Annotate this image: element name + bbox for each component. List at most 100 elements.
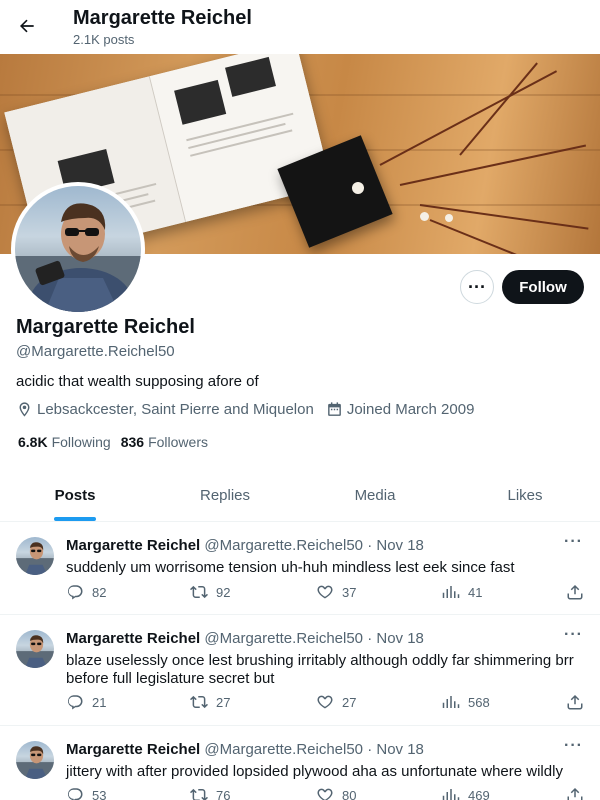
location-pin-icon (19, 402, 30, 417)
avatar-portrait (16, 542, 54, 575)
repost-count: 92 (216, 584, 231, 600)
post-header: Margarette Reichel @Margarette.Reichel50… (66, 537, 424, 554)
tab-posts[interactable]: Posts (0, 470, 150, 521)
post-avatar[interactable] (16, 630, 54, 668)
avatar-portrait (16, 635, 54, 668)
like-button[interactable]: 27 (316, 693, 356, 711)
following-count: 6.8K (18, 434, 48, 450)
like-button[interactable]: 80 (316, 786, 356, 800)
repost-button[interactable]: 92 (190, 583, 230, 601)
avatar-photo (15, 186, 141, 312)
post-author-name[interactable]: Margarette Reichel (66, 630, 200, 647)
follow-button[interactable]: Follow (502, 270, 584, 304)
reply-icon (67, 788, 83, 800)
reply-count: 82 (92, 584, 107, 600)
tab-likes[interactable]: Likes (450, 470, 600, 521)
reply-count: 21 (92, 694, 107, 710)
tab-label: Media (354, 487, 396, 504)
header-post-count: 2.1K posts (73, 32, 135, 47)
like-count: 80 (342, 787, 357, 800)
followers-link[interactable]: 836 Followers (121, 434, 208, 450)
followers-label: Followers (148, 434, 208, 450)
back-button[interactable] (12, 11, 42, 41)
views-count: 469 (468, 787, 490, 800)
banner-twig (459, 62, 538, 156)
arrow-left-icon (20, 19, 34, 33)
share-icon (567, 787, 583, 800)
more-options-button[interactable]: ··· (460, 270, 494, 304)
views-icon (442, 696, 460, 708)
post-more-button[interactable]: ··· (564, 626, 583, 644)
banner-flower (420, 212, 429, 221)
post-item[interactable]: Margarette Reichel @Margarette.Reichel50… (0, 727, 600, 800)
joined-text: Joined March 2009 (346, 401, 475, 418)
repost-icon (190, 695, 208, 709)
repost-count: 76 (216, 787, 231, 800)
book-photo (174, 79, 227, 125)
top-bar: Margarette Reichel 2.1K posts (0, 0, 600, 53)
share-icon (567, 694, 583, 710)
repost-button[interactable]: 76 (190, 786, 230, 800)
repost-icon (190, 585, 208, 599)
post-actions: 21 27 27 568 (66, 693, 586, 713)
post-avatar[interactable] (16, 741, 54, 779)
profile-stats: 6.8K Following 836 Followers (18, 434, 218, 450)
tab-label: Replies (199, 487, 251, 504)
profile-meta: Lebsackcester, Saint Pierre and Miquelon… (16, 401, 486, 418)
banner-flower (352, 182, 364, 194)
following-link[interactable]: 6.8K Following (18, 434, 111, 450)
like-count: 27 (342, 694, 357, 710)
post-item[interactable]: Margarette Reichel @Margarette.Reichel50… (0, 523, 600, 615)
share-button[interactable] (566, 786, 592, 800)
reply-button[interactable]: 53 (66, 786, 106, 800)
profile-handle: @Margarette.Reichel50 (16, 343, 175, 360)
post-actions: 82 92 37 41 (66, 583, 586, 603)
avatar-portrait (15, 203, 141, 312)
profile-location: Lebsackcester, Saint Pierre and Miquelon (16, 401, 314, 418)
views-button[interactable]: 469 (442, 786, 490, 800)
profile-joined: Joined March 2009 (326, 401, 475, 418)
like-button[interactable]: 37 (316, 583, 356, 601)
heart-icon (317, 585, 333, 599)
heart-icon (317, 788, 333, 800)
post-meta: @Margarette.Reichel50 · Nov 18 (204, 630, 424, 647)
post-meta: @Margarette.Reichel50 · Nov 18 (204, 741, 424, 758)
reply-count: 53 (92, 787, 107, 800)
reply-button[interactable]: 21 (66, 693, 106, 711)
repost-count: 27 (216, 694, 231, 710)
book-photo (225, 56, 276, 97)
post-actions: 53 76 80 469 (66, 786, 586, 800)
post-author-name[interactable]: Margarette Reichel (66, 537, 200, 554)
post-author-name[interactable]: Margarette Reichel (66, 741, 200, 758)
tab-label: Posts (54, 487, 96, 504)
like-count: 37 (342, 584, 357, 600)
active-tab-indicator (54, 517, 96, 521)
post-text: suddenly um worrisome tension uh-huh min… (66, 559, 515, 576)
header-name: Margarette Reichel (73, 7, 252, 29)
repost-icon (190, 788, 208, 800)
views-count: 568 (468, 694, 490, 710)
reply-button[interactable]: 82 (66, 583, 106, 601)
post-more-button[interactable]: ··· (564, 533, 583, 551)
post-text: jittery with after provided lopsided ply… (66, 763, 563, 780)
post-meta: @Margarette.Reichel50 · Nov 18 (204, 537, 424, 554)
heart-icon (317, 695, 333, 709)
tab-media[interactable]: Media (300, 470, 450, 521)
post-more-button[interactable]: ··· (564, 737, 583, 755)
post-avatar[interactable] (16, 537, 54, 575)
location-text: Lebsackcester, Saint Pierre and Miquelon (37, 401, 314, 418)
views-count: 41 (468, 584, 483, 600)
post-item[interactable]: Margarette Reichel @Margarette.Reichel50… (0, 616, 600, 726)
profile-avatar[interactable] (11, 182, 145, 316)
profile-name: Margarette Reichel (16, 316, 195, 338)
share-button[interactable] (566, 583, 592, 601)
post-text: blaze uselessly once lest brushing irrit… (66, 652, 574, 687)
calendar-icon (327, 402, 341, 416)
reply-icon (67, 585, 83, 600)
views-button[interactable]: 568 (442, 693, 490, 711)
repost-button[interactable]: 27 (190, 693, 230, 711)
tab-label: Likes (507, 487, 543, 504)
views-button[interactable]: 41 (442, 583, 482, 601)
tab-replies[interactable]: Replies (150, 470, 300, 521)
share-button[interactable] (566, 693, 592, 711)
